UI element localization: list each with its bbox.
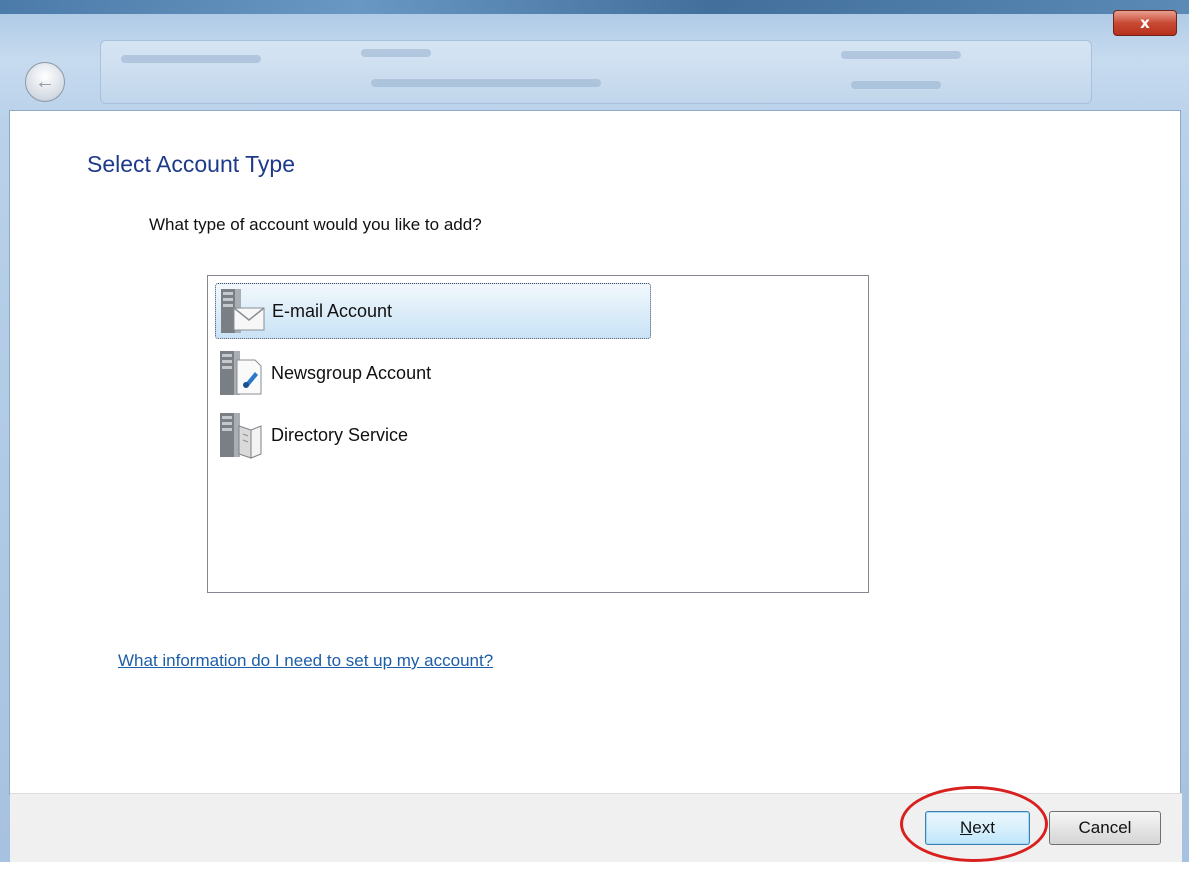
page-title: Select Account Type bbox=[87, 151, 295, 177]
list-item-email-account[interactable]: E-mail Account bbox=[215, 283, 651, 339]
bottom-strip bbox=[0, 862, 1189, 890]
account-type-question: What type of account would you like to a… bbox=[149, 215, 482, 234]
email-account-icon bbox=[218, 286, 266, 336]
wizard-page: Select Account Type What type of account… bbox=[9, 110, 1182, 866]
help-link[interactable]: What information do I need to set up my … bbox=[118, 651, 493, 671]
account-wizard-window: x ← Select Account Type What type of acc… bbox=[0, 0, 1189, 890]
list-item-label: Newsgroup Account bbox=[271, 362, 432, 383]
highlight-ring-annotation bbox=[900, 786, 1048, 862]
list-item-label: Directory Service bbox=[271, 424, 409, 445]
directory-service-icon bbox=[217, 410, 265, 460]
cancel-button[interactable]: Cancel bbox=[1049, 811, 1161, 845]
list-item-newsgroup-account[interactable]: Newsgroup Account bbox=[215, 345, 651, 401]
close-icon: x bbox=[1140, 14, 1150, 32]
account-type-list[interactable]: E-mail Account Newsgroup Account Directo… bbox=[207, 275, 869, 593]
title-bar bbox=[0, 0, 1189, 14]
background-window-blurred bbox=[100, 40, 1092, 104]
list-item-directory-service[interactable]: Directory Service bbox=[215, 407, 651, 463]
newsgroup-account-icon bbox=[217, 348, 265, 398]
back-button[interactable]: ← bbox=[25, 62, 65, 102]
list-item-label: E-mail Account bbox=[272, 300, 393, 321]
close-button[interactable]: x bbox=[1113, 10, 1177, 36]
back-arrow-icon: ← bbox=[35, 70, 55, 93]
